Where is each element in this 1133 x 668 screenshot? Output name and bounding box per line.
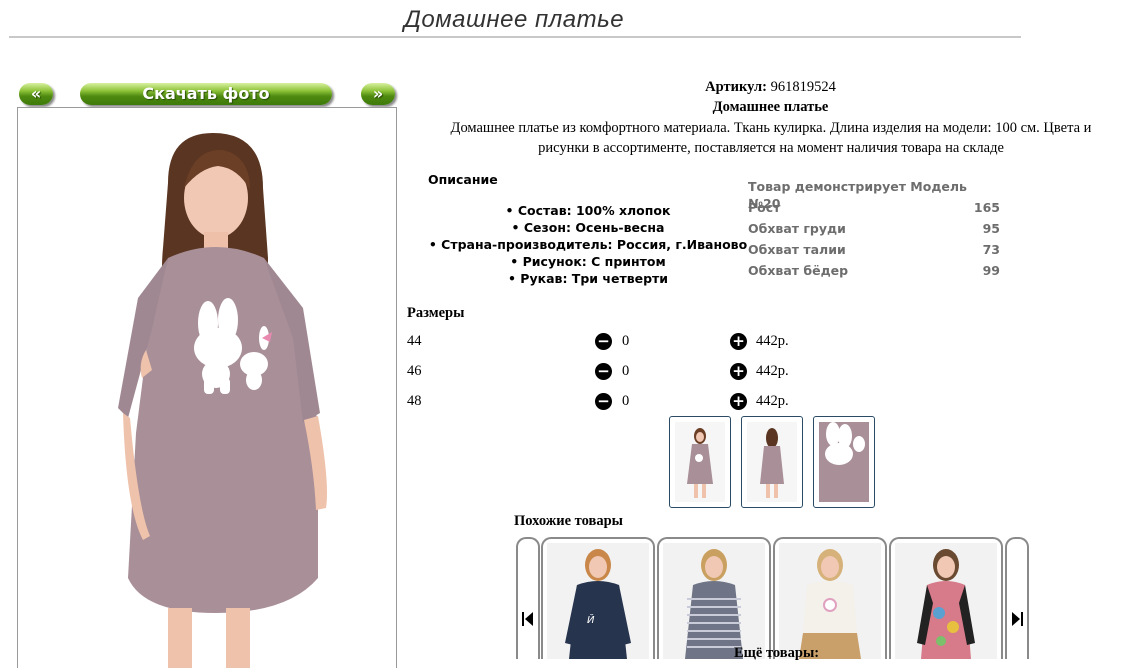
similar-product-card[interactable]	[657, 537, 771, 659]
quantity-value: 0	[622, 363, 630, 379]
svg-text:Й: Й	[587, 613, 595, 626]
spec-item: • Рисунок: С принтом	[510, 254, 666, 269]
price-value: 442р.	[756, 393, 789, 409]
price-value: 442р.	[756, 363, 789, 379]
product-description: Домашнее платье из комфортного материала…	[412, 118, 1130, 158]
measurement-row: Рост 165	[748, 199, 1000, 220]
skip-forward-icon	[1012, 612, 1023, 626]
similar-product-image	[895, 543, 997, 659]
photo-thumbnail[interactable]	[669, 416, 731, 508]
size-value: 46	[407, 363, 422, 379]
spec-item: • Страна-производитель: Россия, г.Иванов…	[428, 237, 748, 252]
similar-product-card[interactable]	[773, 537, 887, 659]
size-row: 44 − 0 + 442р.	[407, 333, 807, 353]
specs-list: • Состав: 100% хлопок • Сезон: Осень-вес…	[428, 202, 748, 287]
model-heading: Товар демонстрирует Модель №20	[748, 178, 1000, 211]
size-row: 46 − 0 + 442р.	[407, 363, 807, 383]
measurement-row: Обхват талии 73	[748, 241, 1000, 262]
measurement-row: Обхват груди 95	[748, 220, 1000, 241]
model-heading-text: Товар демонстрирует Модель №20	[748, 179, 967, 211]
measurement-label: Рост	[748, 200, 781, 215]
photo-thumbnail[interactable]	[741, 416, 803, 508]
measurement-value: 73	[982, 242, 1000, 257]
spec-item: • Сезон: Осень-весна	[511, 220, 665, 235]
similar-products-heading: Похожие товары	[514, 513, 623, 529]
measurement-label: Обхват бёдер	[748, 263, 849, 278]
measurement-row: Обхват бёдер 99	[748, 262, 1000, 283]
minus-circle-icon[interactable]: −	[595, 333, 612, 350]
measurement-value: 165	[973, 200, 1000, 215]
size-value: 48	[407, 393, 422, 409]
plus-circle-icon[interactable]: +	[730, 393, 747, 410]
quantity-value: 0	[622, 333, 630, 349]
product-name: Домашнее платье	[712, 99, 829, 115]
size-row: 48 − 0 + 442р.	[407, 393, 807, 413]
carousel-next-button[interactable]	[1005, 537, 1029, 659]
article-value: 961819524	[770, 79, 836, 95]
article-line: Артикул: 961819524	[408, 79, 1133, 96]
description-line: рисунки в ассортименте, поставляется на …	[538, 140, 1004, 156]
quantity-value: 0	[622, 393, 630, 409]
price-value: 442р.	[756, 333, 789, 349]
similar-product-card[interactable]	[889, 537, 1003, 659]
similar-product-image: Й	[547, 543, 649, 659]
page-title: Домашнее платье	[403, 6, 625, 33]
thumbnail-back-image	[747, 422, 797, 502]
plus-circle-icon[interactable]: +	[730, 363, 747, 380]
measurement-value: 99	[982, 263, 1000, 278]
title-divider	[9, 36, 1021, 38]
download-photo-button[interactable]: Скачать фото	[80, 83, 332, 105]
measurement-label: Обхват талии	[748, 242, 846, 257]
measurement-value: 95	[982, 221, 1000, 236]
article-label: Артикул:	[705, 79, 767, 95]
description-line: Домашнее платье из комфортного материала…	[450, 120, 1092, 136]
spec-item: • Состав: 100% хлопок	[505, 203, 671, 218]
more-products-heading: Ещё товары:	[734, 645, 820, 661]
sizes-heading: Размеры	[407, 305, 465, 321]
similar-product-card[interactable]: Й	[541, 537, 655, 659]
measurement-label: Обхват груди	[748, 221, 846, 236]
similar-product-image	[779, 543, 881, 659]
prev-photo-button[interactable]: «	[19, 83, 53, 105]
size-value: 44	[407, 333, 422, 349]
model-measurements: Товар демонстрирует Модель №20 Рост 165 …	[748, 178, 1000, 283]
plus-circle-icon[interactable]: +	[730, 333, 747, 350]
product-photo[interactable]	[17, 107, 397, 668]
thumbnail-print-closeup-image	[819, 422, 869, 502]
skip-back-icon	[522, 612, 533, 626]
similar-product-image	[663, 543, 765, 659]
minus-circle-icon[interactable]: −	[595, 363, 612, 380]
next-photo-button[interactable]: »	[361, 83, 395, 105]
minus-circle-icon[interactable]: −	[595, 393, 612, 410]
spec-item: • Рукав: Три четверти	[507, 271, 669, 286]
model-in-dress-image	[18, 108, 396, 668]
specs-heading: Описание	[428, 172, 498, 187]
photo-thumbnail[interactable]	[813, 416, 875, 508]
carousel-prev-button[interactable]	[516, 537, 540, 659]
thumbnail-front-image	[675, 422, 725, 502]
